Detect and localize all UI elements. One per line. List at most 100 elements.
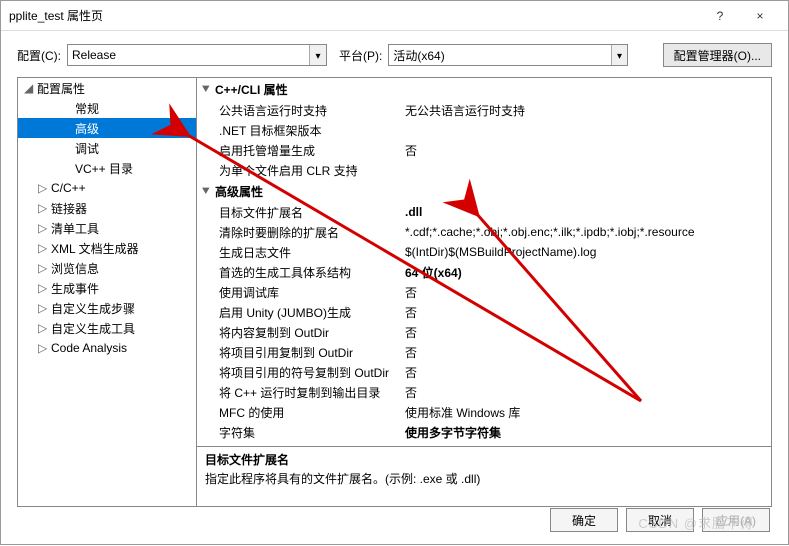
platform-input[interactable] (389, 45, 610, 65)
tree-item[interactable]: 常规 (18, 98, 196, 118)
dialog-footer: 确定 取消 应用(A) (550, 508, 770, 532)
property-label: 使用调试库 (197, 284, 405, 301)
help-button[interactable]: ? (700, 1, 740, 31)
tree-item[interactable]: 高级 (18, 118, 196, 138)
expand-icon: ▷ (38, 241, 48, 255)
property-label: 字符集 (197, 424, 405, 441)
tree-item-label: XML 文档生成器 (51, 240, 139, 257)
platform-combo[interactable] (388, 44, 628, 66)
property-label: 生成日志文件 (197, 244, 405, 261)
property-row[interactable]: MFC 的使用使用标准 Windows 库 (197, 402, 771, 422)
property-row[interactable]: 首选的生成工具体系结构64 位(x64) (197, 262, 771, 282)
collapse-icon: ⯆ (201, 82, 215, 97)
expand-icon: ◢ (24, 81, 34, 95)
property-row[interactable]: 将 C++ 运行时复制到输出目录否 (197, 382, 771, 402)
tree-item-label: 链接器 (51, 200, 87, 217)
ok-button[interactable]: 确定 (550, 508, 618, 532)
tree-item[interactable]: ▷生成事件 (18, 278, 196, 298)
config-manager-button[interactable]: 配置管理器(O)... (663, 43, 772, 67)
expand-icon: ▷ (38, 281, 48, 295)
property-value[interactable]: 否 (405, 344, 771, 361)
tree-item-label: 高级 (75, 120, 99, 137)
chevron-down-icon[interactable] (309, 45, 326, 65)
expand-icon: ▷ (38, 261, 48, 275)
config-combo[interactable] (67, 44, 327, 66)
close-button[interactable]: × (740, 1, 780, 31)
tree-item-label: 生成事件 (51, 280, 99, 297)
tree-item[interactable]: 调试 (18, 138, 196, 158)
chevron-down-icon[interactable] (611, 45, 628, 65)
platform-label: 平台(P): (339, 47, 382, 64)
property-row[interactable]: 启用 Unity (JUMBO)生成否 (197, 302, 771, 322)
config-label: 配置(C): (17, 47, 61, 64)
tree-item[interactable]: ▷C/C++ (18, 178, 196, 198)
property-row[interactable]: 为单个文件启用 CLR 支持 (197, 160, 771, 180)
property-row[interactable]: .NET 目标框架版本 (197, 120, 771, 140)
property-row[interactable]: 将项目引用复制到 OutDir否 (197, 342, 771, 362)
property-label: 启用 Unity (JUMBO)生成 (197, 304, 405, 321)
property-row[interactable]: 目标文件扩展名.dll (197, 202, 771, 222)
expand-icon: ▷ (38, 341, 48, 355)
property-grid[interactable]: ⯆C++/CLI 属性公共语言运行时支持无公共语言运行时支持.NET 目标框架版… (197, 78, 771, 446)
expand-icon: ▷ (38, 301, 48, 315)
group-title: 高级属性 (215, 183, 263, 200)
tree-item[interactable]: ▷浏览信息 (18, 258, 196, 278)
property-row[interactable]: 字符集使用多字节字符集 (197, 422, 771, 442)
property-value[interactable]: 无公共语言运行时支持 (405, 102, 771, 119)
property-value[interactable]: 否 (405, 304, 771, 321)
config-tree[interactable]: ◢配置属性常规高级调试VC++ 目录▷C/C++▷链接器▷清单工具▷XML 文档… (17, 77, 197, 507)
property-row[interactable]: 公共语言运行时支持无公共语言运行时支持 (197, 100, 771, 120)
property-value[interactable]: $(IntDir)$(MSBuildProjectName).log (405, 245, 771, 259)
tree-item-label: VC++ 目录 (75, 160, 133, 177)
tree-item-label: 浏览信息 (51, 260, 99, 277)
collapse-icon: ⯆ (201, 184, 215, 199)
tree-item[interactable]: ▷XML 文档生成器 (18, 238, 196, 258)
expand-icon: ▷ (38, 321, 48, 335)
property-row[interactable]: 将内容复制到 OutDir否 (197, 322, 771, 342)
tree-item[interactable]: ▷Code Analysis (18, 338, 196, 358)
apply-button[interactable]: 应用(A) (702, 508, 770, 532)
tree-item[interactable]: VC++ 目录 (18, 158, 196, 178)
config-input[interactable] (68, 45, 309, 65)
tree-item-label: 常规 (75, 100, 99, 117)
tree-item[interactable]: ▷自定义生成工具 (18, 318, 196, 338)
expand-icon: ▷ (38, 201, 48, 215)
tree-item-label: 自定义生成步骤 (51, 300, 135, 317)
property-value[interactable]: .dll (405, 205, 771, 219)
property-row[interactable]: 生成日志文件$(IntDir)$(MSBuildProjectName).log (197, 242, 771, 262)
property-label: 启用托管增量生成 (197, 142, 405, 159)
tree-item[interactable]: ▷自定义生成步骤 (18, 298, 196, 318)
tree-item-label: C/C++ (51, 181, 86, 195)
tree-item[interactable]: ▷链接器 (18, 198, 196, 218)
tree-item[interactable]: ◢配置属性 (18, 78, 196, 98)
property-value[interactable]: 否 (405, 384, 771, 401)
property-value[interactable]: 否 (405, 324, 771, 341)
property-row[interactable]: 清除时要删除的扩展名*.cdf;*.cache;*.obj;*.obj.enc;… (197, 222, 771, 242)
property-group-header[interactable]: ⯆高级属性 (197, 180, 771, 202)
property-label: 将项目引用复制到 OutDir (197, 344, 405, 361)
description-title: 目标文件扩展名 (205, 451, 763, 468)
property-group-header[interactable]: ⯆C++/CLI 属性 (197, 78, 771, 100)
property-row[interactable]: 将项目引用的符号复制到 OutDir否 (197, 362, 771, 382)
expand-icon: ▷ (38, 181, 48, 195)
property-value[interactable]: 否 (405, 364, 771, 381)
description-text: 指定此程序将具有的文件扩展名。(示例: .exe 或 .dll) (205, 470, 763, 487)
property-value[interactable]: 使用标准 Windows 库 (405, 404, 771, 421)
tree-item[interactable]: ▷清单工具 (18, 218, 196, 238)
property-label: 清除时要删除的扩展名 (197, 224, 405, 241)
property-label: 将内容复制到 OutDir (197, 324, 405, 341)
property-value[interactable]: 否 (405, 284, 771, 301)
tree-item-label: 调试 (75, 140, 99, 157)
property-row[interactable]: 使用调试库否 (197, 282, 771, 302)
cancel-button[interactable]: 取消 (626, 508, 694, 532)
property-value[interactable]: *.cdf;*.cache;*.obj;*.obj.enc;*.ilk;*.ip… (405, 225, 771, 239)
main-area: ◢配置属性常规高级调试VC++ 目录▷C/C++▷链接器▷清单工具▷XML 文档… (1, 77, 788, 507)
property-panel: ⯆C++/CLI 属性公共语言运行时支持无公共语言运行时支持.NET 目标框架版… (197, 77, 772, 507)
property-value[interactable]: 否 (405, 142, 771, 159)
property-label: 将 C++ 运行时复制到输出目录 (197, 384, 405, 401)
property-value[interactable]: 64 位(x64) (405, 264, 771, 281)
tree-item-label: 配置属性 (37, 80, 85, 97)
property-row[interactable]: 启用托管增量生成否 (197, 140, 771, 160)
property-value[interactable]: 使用多字节字符集 (405, 424, 771, 441)
toolbar: 配置(C): 平台(P): 配置管理器(O)... (1, 31, 788, 77)
